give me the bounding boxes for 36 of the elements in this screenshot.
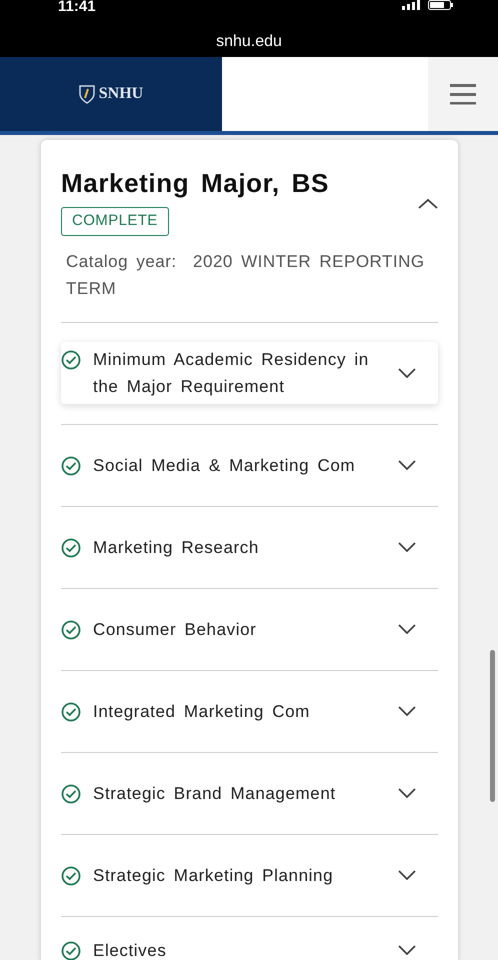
address-bar-url[interactable]: snhu.edu [216,33,282,50]
logo-text: SNHU [98,84,144,104]
requirement-row[interactable]: Strategic Marketing Planning [61,862,438,889]
chevron-down-icon[interactable] [398,368,416,378]
chevron-down-icon[interactable] [398,624,416,634]
shield-logo-icon [78,84,95,104]
requirement-label: Electives [93,940,168,960]
menu-icon[interactable] [450,83,476,105]
chevron-up-icon[interactable] [418,198,438,210]
requirement-row[interactable]: Strategic Brand Management [61,780,438,807]
requirement-row[interactable]: Consumer Behavior [61,616,438,643]
battery-icon [428,0,454,10]
requirement-row[interactable]: Integrated Marketing Com [61,698,438,725]
requirement-label: Strategic Brand Management [93,782,337,805]
requirement-row[interactable]: Social Media & Marketing Com [61,452,438,479]
scrollbar[interactable] [490,650,495,802]
status-tag: COMPLETE [61,207,169,236]
requirement-row[interactable]: Marketing Research [61,534,438,561]
requirement-row[interactable]: Electives [61,936,438,960]
program-title: Marketing Major, BS [61,168,330,200]
catalog-year: Catalog year: 2020 WINTER REPORTING TERM [66,250,426,300]
requirement-label: Strategic Marketing Planning [93,864,334,887]
chevron-down-icon[interactable] [398,870,416,880]
chevron-down-icon[interactable] [398,788,416,798]
chevron-down-icon[interactable] [398,460,416,470]
chevron-down-icon[interactable] [398,945,416,956]
requirement-row[interactable]: Minimum Academic Residency in the Major Requirement [61,342,438,404]
requirement-label: Consumer Behavior [93,618,258,641]
requirement-label: Minimum Academic Residency in the Major Requirement [93,349,370,398]
requirement-label: Social Media & Marketing Com [93,454,356,477]
requirement-label: Marketing Research [93,536,260,559]
chevron-down-icon[interactable] [398,706,416,716]
signal-icon [402,0,420,10]
chevron-down-icon[interactable] [398,542,416,552]
requirement-label: Integrated Marketing Com [93,700,311,723]
status-time: 11:41 [58,0,96,14]
